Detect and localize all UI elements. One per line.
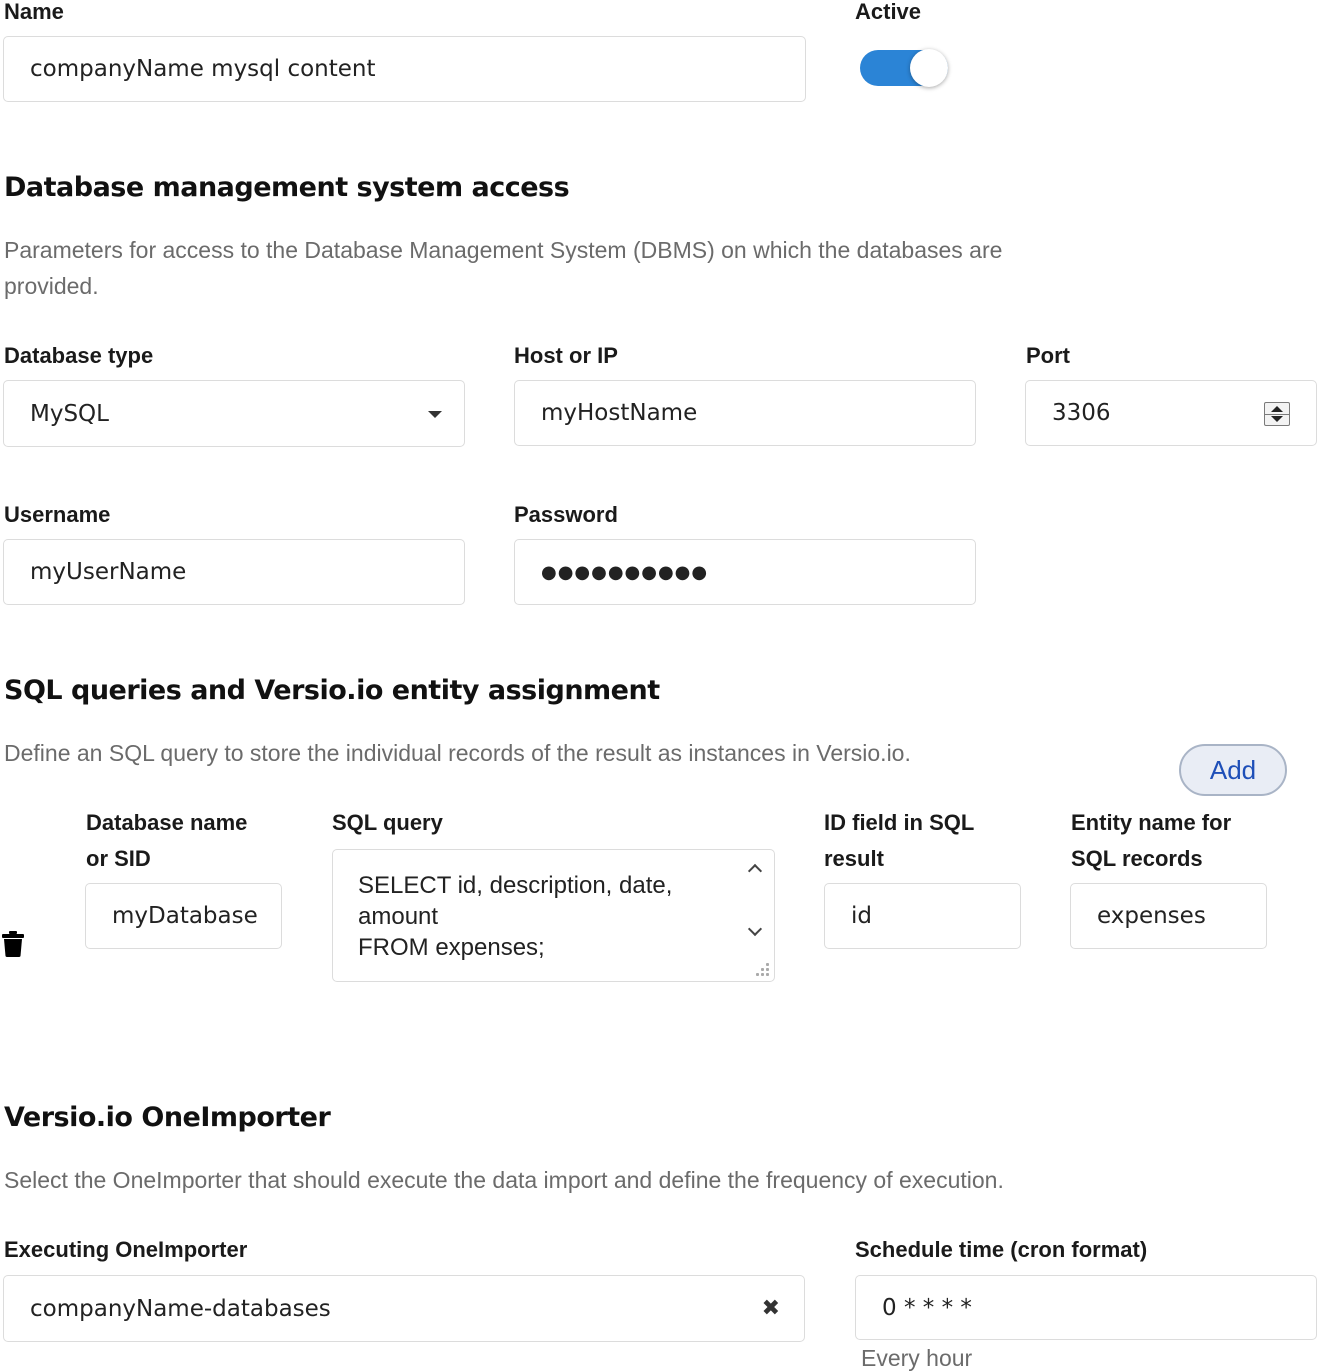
db-type-value: MySQL <box>30 400 109 427</box>
schedule-value: 0 * * * * <box>882 1294 972 1321</box>
username-value: myUserName <box>30 559 187 585</box>
toggle-knob <box>910 49 948 87</box>
name-input-value: companyName mysql content <box>30 56 376 82</box>
username-input[interactable]: myUserName <box>3 539 465 605</box>
scroll-up-icon[interactable] <box>747 863 763 879</box>
entity-label-line2: SQL records <box>1071 846 1203 871</box>
executing-select[interactable]: companyName-databases ✖ <box>3 1275 805 1342</box>
importer-heading: Versio.io OneImporter <box>4 1102 331 1133</box>
dbms-description-line1: Parameters for access to the Database Ma… <box>4 237 1003 263</box>
clear-icon[interactable]: ✖ <box>762 1296 780 1321</box>
id-field-value: id <box>851 903 872 929</box>
caret-down-icon <box>428 411 442 418</box>
executing-value: companyName-databases <box>30 1295 331 1322</box>
resize-grip-icon[interactable] <box>755 962 769 976</box>
spinner-up-icon <box>1271 406 1283 412</box>
active-label: Active <box>855 0 922 24</box>
db-name-value: myDatabase <box>112 903 258 929</box>
schedule-label: Schedule time (cron format) <box>855 1237 1148 1262</box>
scroll-down-icon[interactable] <box>747 921 763 937</box>
db-name-input[interactable]: myDatabase <box>85 883 282 949</box>
port-input[interactable]: 3306 <box>1025 380 1317 446</box>
name-input[interactable]: companyName mysql content <box>3 36 806 102</box>
id-field-input[interactable]: id <box>824 883 1021 949</box>
host-value: myHostName <box>541 400 698 426</box>
entity-value: expenses <box>1097 903 1206 929</box>
dbms-heading: Database management system access <box>4 172 570 203</box>
schedule-hint: Every hour <box>861 1345 973 1371</box>
id-field-label-line1: ID field in SQL <box>824 810 975 835</box>
username-label: Username <box>4 502 111 527</box>
entity-input[interactable]: expenses <box>1070 883 1267 949</box>
name-label: Name <box>4 0 64 24</box>
port-label: Port <box>1026 343 1070 368</box>
dbms-description-line2: provided. <box>4 273 99 299</box>
schedule-input[interactable]: 0 * * * * <box>855 1275 1317 1340</box>
db-type-select[interactable]: MySQL <box>3 380 465 447</box>
db-name-label-line2: or SID <box>86 846 151 871</box>
entity-label-line1: Entity name for <box>1071 810 1232 835</box>
password-value: ●●●●●●●●●● <box>541 561 709 583</box>
sql-query-textarea[interactable]: SELECT id, description, date, amount FRO… <box>332 849 775 982</box>
spinner-icon[interactable] <box>1264 402 1290 426</box>
add-query-button[interactable]: Add <box>1179 744 1287 796</box>
db-name-label-line1: Database name <box>86 810 248 835</box>
sql-query-label: SQL query <box>332 810 443 835</box>
password-label: Password <box>514 502 618 527</box>
port-value: 3306 <box>1052 400 1111 426</box>
executing-label: Executing OneImporter <box>4 1237 248 1262</box>
sql-query-line: SELECT id, description, date, <box>358 872 673 899</box>
id-field-label-line2: result <box>824 846 884 871</box>
active-toggle[interactable] <box>860 49 948 87</box>
spinner-down-icon <box>1271 416 1283 422</box>
sql-query-line: amount <box>358 903 439 930</box>
sql-description: Define an SQL query to store the individ… <box>4 740 911 766</box>
db-type-label: Database type <box>4 343 154 368</box>
importer-description: Select the OneImporter that should execu… <box>4 1167 1004 1193</box>
host-label: Host or IP <box>514 343 618 368</box>
sql-query-line: FROM expenses; <box>358 934 545 961</box>
password-input[interactable]: ●●●●●●●●●● <box>514 539 976 605</box>
sql-heading: SQL queries and Versio.io entity assignm… <box>4 675 660 706</box>
trash-icon[interactable] <box>2 931 24 957</box>
host-input[interactable]: myHostName <box>514 380 976 446</box>
